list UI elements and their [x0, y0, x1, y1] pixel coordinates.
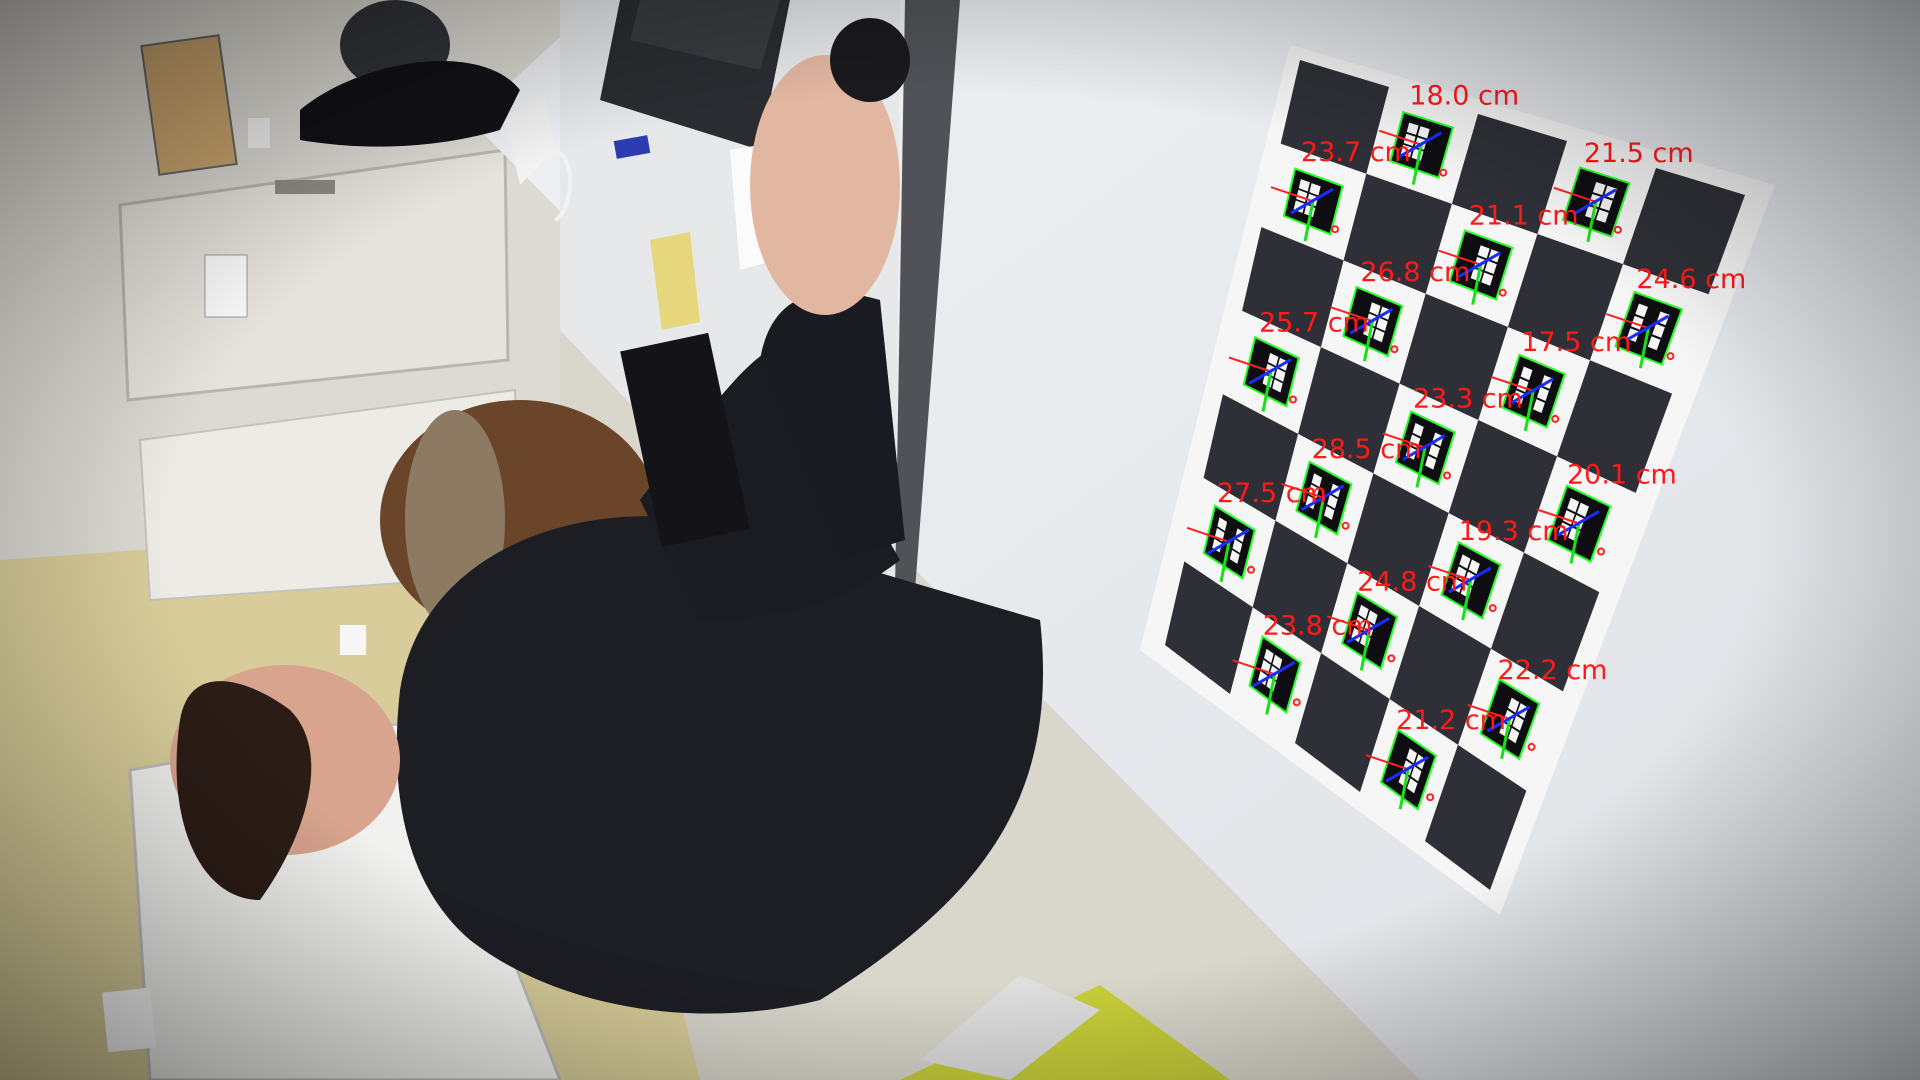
camera-frame: 21.5 cm18.0 cm24.6 cm21.1 cm23.7 cm17.5 … — [0, 0, 1920, 1080]
lens-vignette — [0, 0, 1920, 1080]
